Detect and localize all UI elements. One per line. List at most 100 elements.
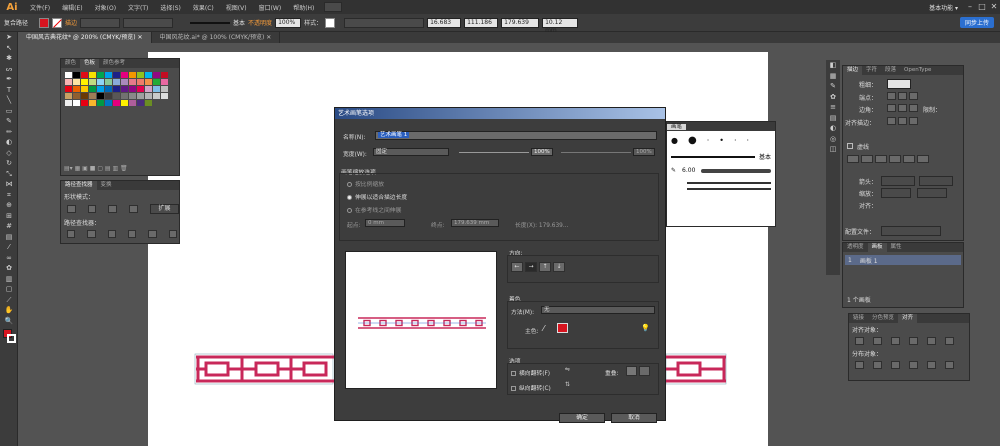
color-swatch[interactable] xyxy=(161,86,168,92)
tab-paragraph[interactable]: 段落 xyxy=(881,66,900,75)
y-field[interactable]: 111.186 xyxy=(464,17,499,28)
dash-fields[interactable] xyxy=(847,155,962,173)
color-swatch[interactable] xyxy=(129,93,136,99)
color-swatch[interactable] xyxy=(161,93,168,99)
tab-opentype[interactable]: OpenType xyxy=(900,66,935,75)
menu-type[interactable]: 文字(T) xyxy=(122,3,154,12)
color-swatch[interactable] xyxy=(65,100,72,106)
close-tab-icon[interactable]: ✕ xyxy=(137,34,142,41)
color-swatch[interactable] xyxy=(145,79,152,85)
width-tool-icon[interactable]: ⋈ xyxy=(0,179,18,190)
stroke-label[interactable]: 描边 xyxy=(65,18,77,27)
direction-buttons[interactable]: ← → ↑ ↓ xyxy=(511,262,567,272)
pen-tool-icon[interactable]: ✒ xyxy=(0,74,18,85)
color-swatch[interactable] xyxy=(153,93,160,99)
align-stroke-buttons[interactable] xyxy=(887,117,920,127)
brushes-panel-icon[interactable]: ✎ xyxy=(826,81,840,92)
color-swatch[interactable] xyxy=(121,72,128,78)
graph-tool-icon[interactable]: ▥ xyxy=(0,274,18,285)
tab-pathfinder[interactable]: 路径查找器 xyxy=(61,181,97,190)
scale-tool-icon[interactable]: ⤡ xyxy=(0,169,18,180)
color-swatch[interactable] xyxy=(89,86,96,92)
merge-icon[interactable] xyxy=(107,230,116,238)
color-swatch[interactable] xyxy=(145,93,152,99)
selection-tool-icon[interactable]: ➤ xyxy=(0,32,18,43)
color-swatch[interactable] xyxy=(97,93,104,99)
exclude-icon[interactable] xyxy=(129,205,138,213)
color-swatch[interactable] xyxy=(105,93,112,99)
shape-builder-tool-icon[interactable]: ⊕ xyxy=(0,200,18,211)
align-buttons[interactable] xyxy=(855,337,969,345)
brush-style-name[interactable]: 基本 xyxy=(233,18,245,27)
swatch-grid[interactable] xyxy=(65,72,179,106)
slice-tool-icon[interactable]: ⟋ xyxy=(0,295,18,306)
arrow-start-select[interactable] xyxy=(881,176,915,186)
key-color-swatch[interactable] xyxy=(557,323,568,333)
magic-wand-tool-icon[interactable]: ✱ xyxy=(0,53,18,64)
color-swatch[interactable] xyxy=(73,93,80,99)
menu-edit[interactable]: 编辑(E) xyxy=(56,3,88,12)
pattern-stroke-right[interactable] xyxy=(666,353,728,385)
lasso-tool-icon[interactable]: ᔕ xyxy=(0,64,18,75)
artboard-row[interactable]: 1 画板 1 xyxy=(845,255,961,265)
corner-buttons[interactable] xyxy=(887,104,920,114)
tab-transform[interactable]: 变换 xyxy=(97,181,116,190)
menu-effect[interactable]: 效果(C) xyxy=(187,3,220,12)
color-swatch[interactable] xyxy=(113,79,120,85)
basic-brush[interactable]: 基本 xyxy=(671,152,771,161)
color-swatch[interactable] xyxy=(137,86,144,92)
bridge-button[interactable] xyxy=(324,2,343,12)
width-mode-select[interactable]: 固定 xyxy=(373,148,449,156)
color-swatch[interactable] xyxy=(145,86,152,92)
arrow-scale-start[interactable] xyxy=(881,188,911,198)
profile-select[interactable] xyxy=(881,226,941,236)
color-swatch[interactable] xyxy=(65,72,72,78)
direct-selection-tool-icon[interactable]: ↖ xyxy=(0,43,18,54)
transparency-panel-icon[interactable]: ◐ xyxy=(826,123,840,134)
color-swatch[interactable] xyxy=(89,93,96,99)
color-swatch[interactable] xyxy=(81,93,88,99)
intersect-icon[interactable] xyxy=(108,205,118,213)
symbol-sprayer-tool-icon[interactable]: ✿ xyxy=(0,263,18,274)
tab-artboards[interactable]: 画板 xyxy=(867,243,887,252)
rectangle-tool-icon[interactable]: ▭ xyxy=(0,106,18,117)
color-swatch[interactable] xyxy=(153,86,160,92)
tab-brushes[interactable]: 画笔 xyxy=(667,124,687,130)
color-swatch[interactable] xyxy=(137,79,144,85)
color-swatch[interactable] xyxy=(137,93,144,99)
pattern-brush-preview[interactable] xyxy=(687,182,771,190)
height-field[interactable]: 10.12 mm xyxy=(542,17,579,34)
stroke-weight-field[interactable] xyxy=(80,17,121,28)
graphic-style-swatch[interactable] xyxy=(325,17,336,28)
minus-front-icon[interactable] xyxy=(87,205,97,213)
end-field[interactable]: 179.639 mm xyxy=(451,219,499,227)
color-swatch[interactable] xyxy=(97,86,104,92)
pencil-tool-icon[interactable]: ✏ xyxy=(0,127,18,138)
color-swatch[interactable] xyxy=(73,72,80,78)
symbols-panel-icon[interactable]: ✿ xyxy=(826,92,840,103)
arrow-scale-end[interactable] xyxy=(917,188,947,198)
tab-align[interactable]: 对齐 xyxy=(898,314,918,323)
gradient-tool-icon[interactable]: ▤ xyxy=(0,232,18,243)
color-swatch[interactable] xyxy=(121,100,128,106)
color-swatch[interactable] xyxy=(137,72,144,78)
menu-window[interactable]: 窗口(W) xyxy=(253,3,288,12)
cloud-sync-button[interactable]: 同步上传 xyxy=(959,17,994,28)
pattern-stroke-left[interactable] xyxy=(194,353,334,385)
stretch-to-fit-radio[interactable]: 伸展以适合描边长度 xyxy=(347,192,407,201)
color-swatch[interactable] xyxy=(121,93,128,99)
zoom-tool-icon[interactable]: 🔍 xyxy=(0,316,18,327)
color-swatch[interactable] xyxy=(105,100,112,106)
close-tab-icon[interactable]: ✕ xyxy=(266,34,271,41)
dashed-checkbox[interactable] xyxy=(847,143,853,149)
width-slider-2[interactable] xyxy=(561,152,631,153)
color-swatch[interactable] xyxy=(121,79,128,85)
eyedropper-tool-icon[interactable]: ⁄ xyxy=(0,242,18,253)
color-swatch[interactable] xyxy=(113,93,120,99)
color-swatch[interactable] xyxy=(153,79,160,85)
flip-along-checkbox[interactable]: 横向翻转(F) xyxy=(511,368,550,377)
color-swatch[interactable] xyxy=(113,86,120,92)
color-swatch[interactable] xyxy=(97,72,104,78)
color-swatch[interactable] xyxy=(81,100,88,106)
outline-icon[interactable] xyxy=(148,230,157,238)
